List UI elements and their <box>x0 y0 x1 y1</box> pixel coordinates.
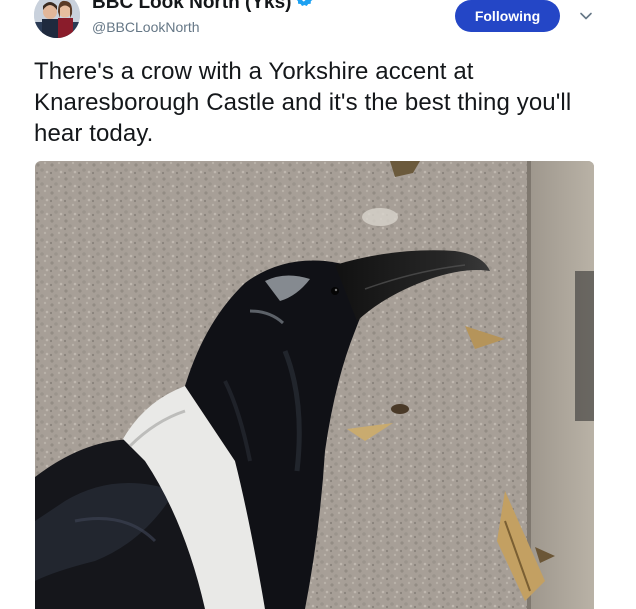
account-display-name[interactable]: BBC Look North (Yks) <box>92 0 314 14</box>
following-button[interactable]: Following <box>455 0 560 32</box>
account-handle[interactable]: @BBCLookNorth <box>92 18 200 36</box>
tweet-media-video[interactable] <box>35 161 594 609</box>
verified-badge-icon <box>296 0 314 13</box>
avatar-image <box>34 0 80 38</box>
tweet-text: There's a crow with a Yorkshire accent a… <box>34 58 572 147</box>
tweet-card: BBC Look North (Yks) @BBCLookNorth Follo… <box>0 0 636 609</box>
chevron-down-icon[interactable] <box>578 8 594 24</box>
crow-photo <box>35 161 594 609</box>
profile-avatar[interactable] <box>34 0 80 38</box>
display-name-text: BBC Look North (Yks) <box>92 0 292 13</box>
